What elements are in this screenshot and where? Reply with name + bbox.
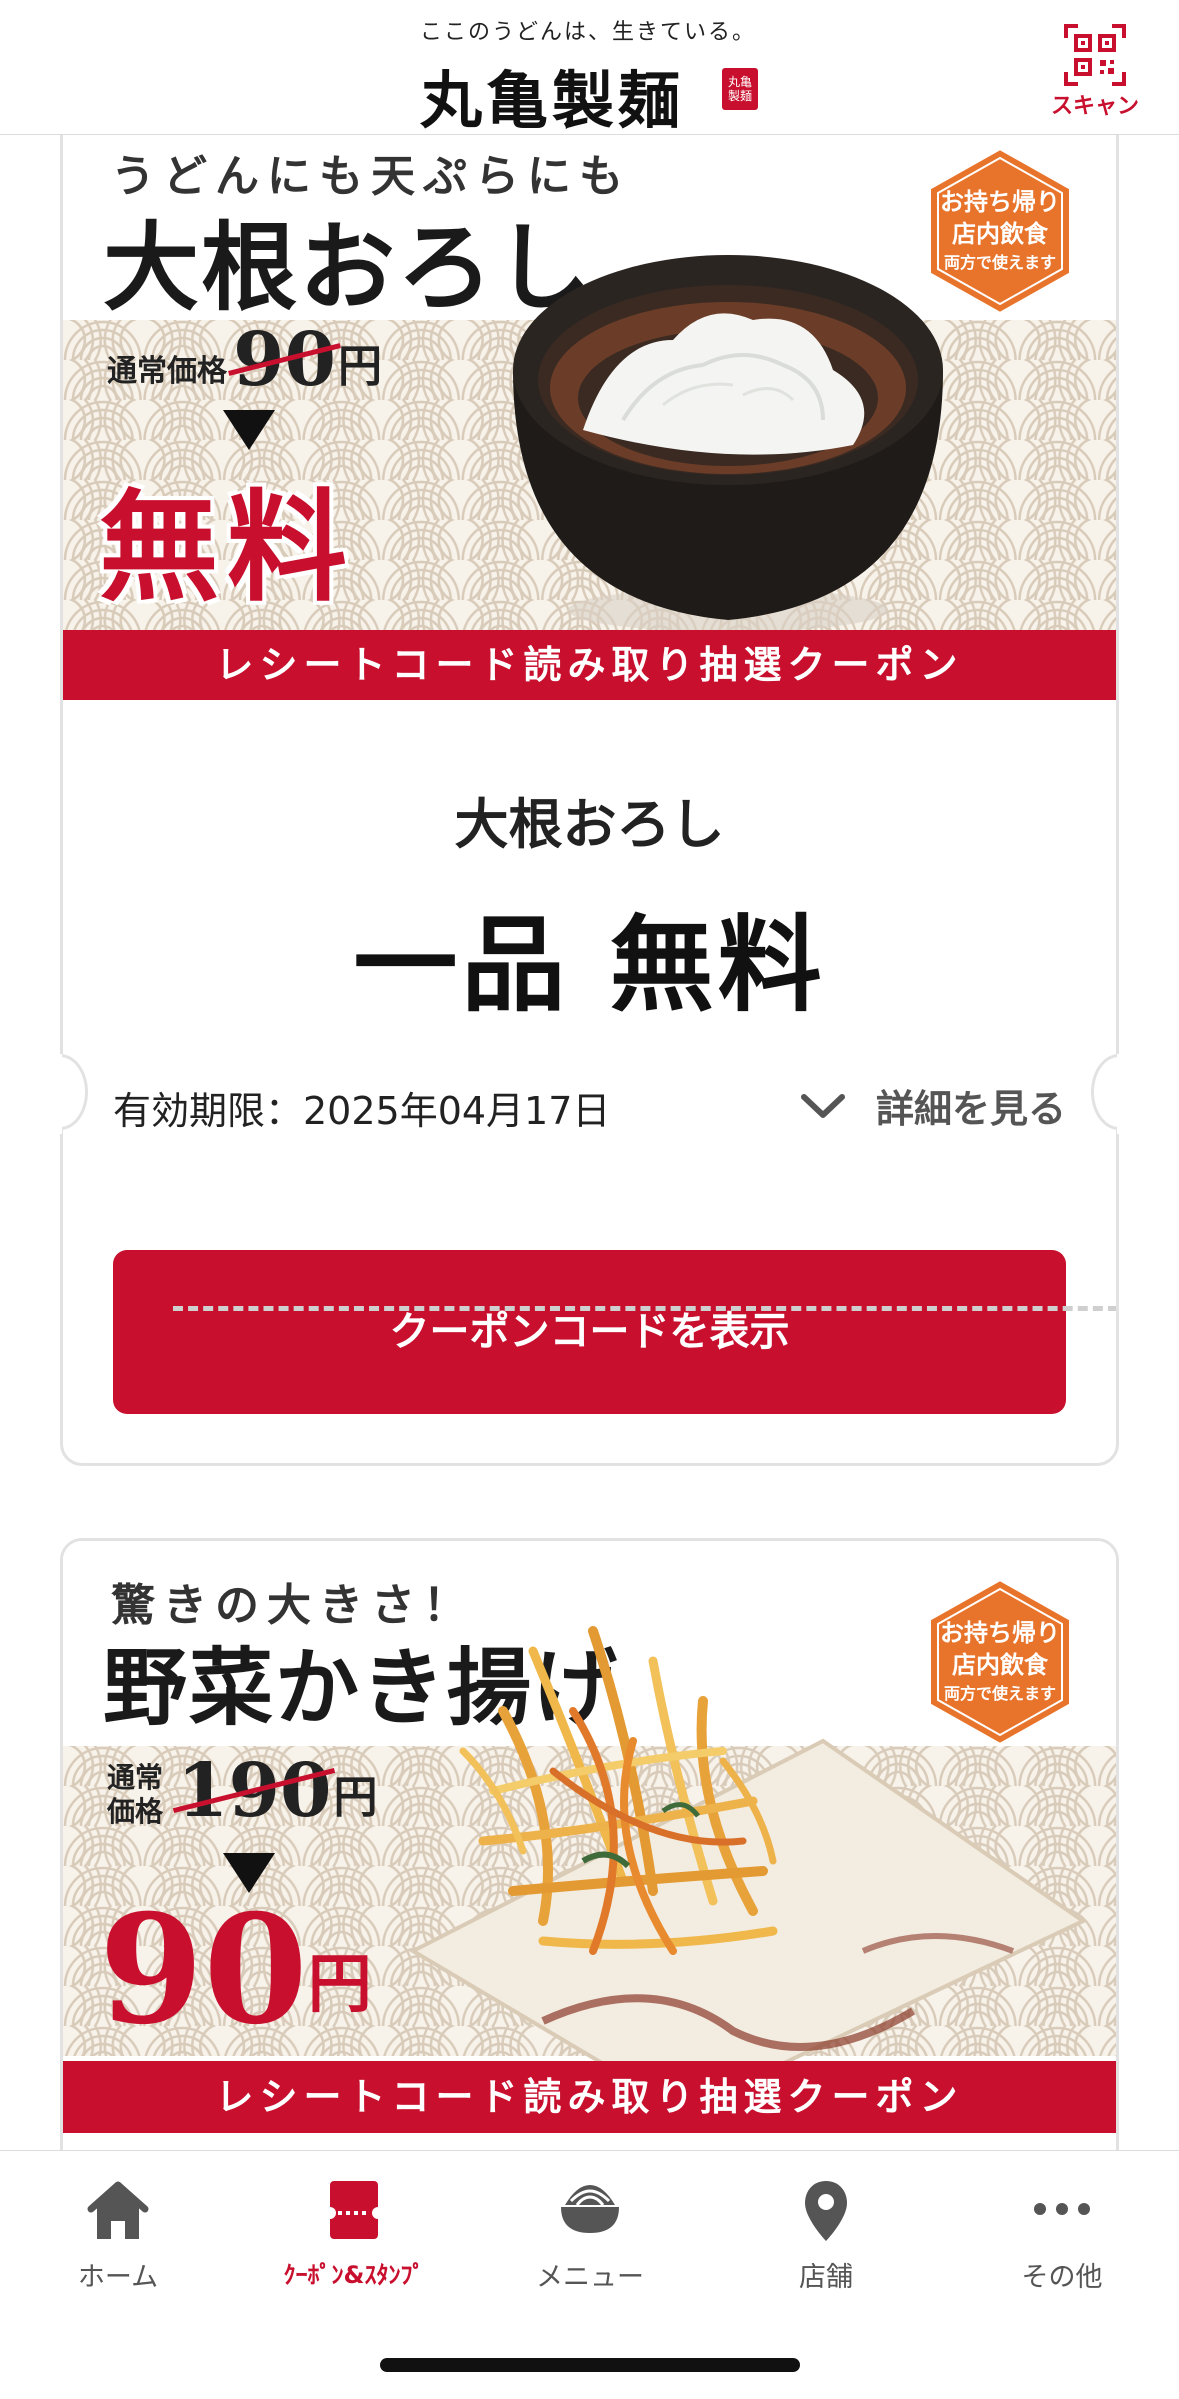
coupon-card-daikon-oroshi: うどんにも天ぷらにも 大根おろし 通常価格 90 円 無料 お持ち帰り 店内飲食… [60, 110, 1119, 1466]
tab-label: メニュー [536, 2262, 644, 2293]
normal-price-yen: 円 [333, 1772, 378, 1823]
promo-price-value: 90 [99, 1882, 308, 2058]
coupon-banner-image[interactable]: うどんにも天ぷらにも 大根おろし 通常価格 90 円 無料 お持ち帰り 店内飲食… [63, 110, 1116, 700]
tab-label: ｸｰﾎﾟﾝ&ｽﾀﾝﾌﾟ [283, 2261, 425, 2289]
perforation-divider [173, 1306, 1116, 1311]
more-dots-icon [1034, 2203, 1090, 2215]
coupon-offer: 一品 無料 [353, 904, 826, 1026]
brand-tagline: ここのうどんは、生きている。 [420, 20, 757, 45]
promo-free-text: 無料 [99, 477, 355, 618]
details-toggle[interactable]: 詳細を見る [800, 1078, 1066, 1133]
tab-menu[interactable]: メニュー [472, 2179, 708, 2309]
home-indicator[interactable] [380, 2358, 800, 2372]
coupon-icon [328, 2181, 380, 2239]
arrow-down-icon [223, 410, 275, 450]
tab-label: その他 [1021, 2262, 1103, 2293]
normal-price-label: 通常価格 [107, 354, 227, 389]
tab-more[interactable]: その他 [944, 2179, 1179, 2309]
badge-line-both: 両方で使えます [943, 253, 1056, 272]
normal-price-yen: 円 [337, 341, 382, 392]
location-pin-icon [805, 2181, 847, 2241]
badge-line-takeout: お持ち帰り [940, 188, 1060, 216]
brand-logo: 丸亀製麺 [420, 64, 685, 137]
coupon-expiry: 有効期限：2025年04月17日 [113, 1089, 611, 1133]
normal-price-value: 190 [177, 1748, 332, 1834]
normal-price-label: 通常価格 [107, 1761, 164, 1828]
tab-label: ホーム [77, 2262, 159, 2293]
banner-ribbon: レシートコード読み取り抽選クーポン [63, 2061, 1116, 2133]
normal-price: 通常価格 190 円 [107, 1751, 377, 1831]
banner-ribbon: レシートコード読み取り抽選クーポン [63, 630, 1116, 700]
qr-code-icon [1064, 24, 1126, 86]
brand-seal-icon: 丸亀 製麺 [722, 68, 758, 110]
badge-line-takeout: お持ち帰り [940, 1619, 1060, 1647]
tab-label: 店舗 [799, 2262, 853, 2293]
scan-label: スキャン [1050, 94, 1139, 119]
scan-button[interactable]: スキャン [1040, 20, 1150, 120]
tab-home[interactable]: ホーム [0, 2179, 236, 2309]
normal-price-value: 90 [233, 317, 336, 403]
normal-price: 通常価格 90 円 [107, 320, 382, 400]
tab-coupon-stamp[interactable]: ｸｰﾎﾟﾝ&ｽﾀﾝﾌﾟ [236, 2179, 472, 2309]
promo-price-yen: 円 [307, 1947, 372, 2022]
takeout-dinein-badge: お持ち帰り 店内飲食 両方で使えます [925, 1576, 1075, 1748]
coupon-banner-image[interactable]: 驚きの大きさ！ 野菜かき揚げ 通常価格 190 円 90 円 お持ち帰り 店内飲… [63, 1541, 1116, 2133]
badge-line-dinein: 店内飲食 [952, 220, 1048, 248]
chevron-down-icon [800, 1093, 845, 1118]
app-header: ここのうどんは、生きている。 丸亀製麺 丸亀 製麺 スキャン [0, 0, 1179, 137]
home-icon [87, 2181, 149, 2239]
show-coupon-code-button[interactable]: クーポンコードを表示 [113, 1250, 1066, 1414]
promo-price: 90 円 [99, 1895, 372, 2045]
details-label: 詳細を見る [875, 1087, 1066, 1131]
daikon-oroshi-bowl-image [513, 255, 943, 632]
tab-stores[interactable]: 店舗 [708, 2179, 944, 2309]
badge-line-both: 両方で使えます [943, 1684, 1056, 1703]
badge-line-dinein: 店内飲食 [952, 1651, 1048, 1679]
menu-bowl-icon [561, 2185, 619, 2233]
coupon-item-name: 大根おろし [454, 793, 725, 856]
takeout-dinein-badge: お持ち帰り 店内飲食 両方で使えます [925, 145, 1075, 317]
